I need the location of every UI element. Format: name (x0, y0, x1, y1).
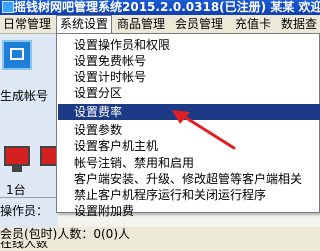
pc-count-label: 1台 (6, 183, 26, 197)
menu-item-free-accounts[interactable]: 设置免费帐号 (58, 53, 320, 69)
menu-daily-management[interactable]: 日常管理 (0, 15, 54, 33)
member-count-text: 会员(包时)人数：0(0)人 (0, 227, 130, 241)
menu-bar: 日常管理 系统设置 商品管理 会员管理 充值卡 数据查 (0, 15, 320, 34)
app-icon (2, 1, 14, 13)
menu-item-client-install[interactable]: 客户端安装、升级、修改超管等客户端相关 (58, 171, 320, 187)
window-title-bar: 摇钱树网吧管理系统2015.2.0.0318(已注册) 某某 欢迎您 (0, 0, 320, 15)
generate-account-label[interactable]: 生成帐号 (0, 87, 48, 104)
menu-item-block-programs[interactable]: 禁止客户机程序运行和关闭运行程序 (58, 187, 320, 203)
left-toolbar: 生成帐号 1台 操作员： 在线人数 (0, 34, 58, 250)
window-title: 摇钱树网吧管理系统2015.2.0.0318(已注册) 某某 欢迎您 (14, 0, 320, 14)
menu-item-operators-permissions[interactable]: 设置操作员和权限 (58, 37, 320, 53)
menu-system-settings[interactable]: 系统设置 (56, 15, 113, 33)
divider (0, 197, 58, 198)
computer-icon (4, 146, 30, 166)
menu-item-zones[interactable]: 设置分区 (58, 85, 320, 101)
menu-member-management[interactable]: 会员管理 (172, 15, 226, 33)
member-status-bar: 会员(包时)人数：0(0)人 (0, 227, 320, 241)
menu-item-account-status[interactable]: 帐号注销、禁用和启用 (58, 155, 320, 171)
menu-data-query[interactable]: 数据查 (278, 15, 320, 33)
menu-item-surcharge[interactable]: 设置附加费 (58, 203, 320, 219)
menu-item-timed-accounts[interactable]: 设置计时帐号 (58, 69, 320, 85)
computer-stand-icon (12, 166, 22, 172)
operator-label: 操作员： (0, 204, 49, 218)
annotation-arrow-icon (172, 110, 236, 150)
menu-goods-management[interactable]: 商品管理 (114, 15, 168, 33)
generate-account-icon[interactable] (2, 40, 32, 70)
menu-recharge-card[interactable]: 充值卡 (232, 15, 274, 33)
